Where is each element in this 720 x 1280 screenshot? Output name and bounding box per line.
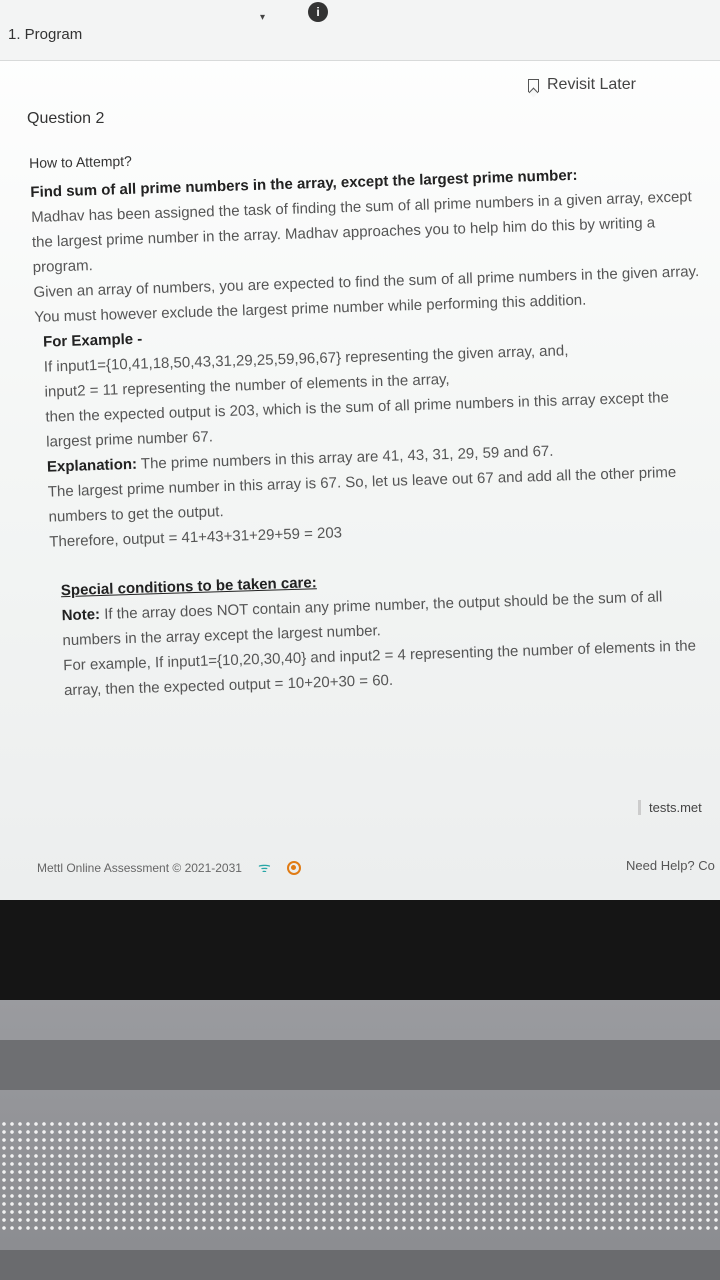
laptop-base bbox=[0, 1250, 720, 1280]
laptop-bezel bbox=[0, 900, 720, 1000]
how-to-attempt-link[interactable]: How to Attempt? bbox=[29, 153, 132, 171]
chevron-down-icon[interactable]: ▾ bbox=[260, 12, 265, 23]
laptop-hinge bbox=[0, 1040, 720, 1090]
top-bar: 1. Program ▾ i bbox=[0, 0, 720, 61]
revisit-later-button[interactable]: Revisit Later bbox=[528, 76, 636, 94]
record-icon bbox=[286, 860, 301, 875]
explanation-label: Explanation: bbox=[46, 455, 138, 476]
section-title[interactable]: 1. Program bbox=[8, 26, 82, 43]
footer: Mettl Online Assessment © 2021-2031 ᯤ bbox=[37, 858, 301, 877]
copyright-text: Mettl Online Assessment © 2021-2031 bbox=[37, 860, 242, 875]
info-icon[interactable]: i bbox=[308, 2, 328, 22]
question-title: Question 2 bbox=[27, 110, 105, 127]
need-help-link[interactable]: Need Help? Co bbox=[626, 858, 715, 873]
question-content: Find sum of all prime numbers in the arr… bbox=[30, 159, 716, 704]
tests-link[interactable]: tests.met bbox=[638, 800, 702, 815]
bookmark-icon bbox=[528, 78, 539, 92]
speaker-grill bbox=[0, 1120, 720, 1230]
revisit-later-label: Revisit Later bbox=[547, 76, 636, 93]
assessment-screen: 1. Program ▾ i Revisit Later Question 2 … bbox=[0, 0, 720, 900]
note-label: Note: bbox=[61, 606, 101, 625]
example-block: For Example - If input1={10,41,18,50,43,… bbox=[43, 309, 712, 555]
wifi-icon: ᯤ bbox=[257, 859, 271, 875]
special-conditions: Special conditions to be taken care: Not… bbox=[61, 558, 717, 703]
